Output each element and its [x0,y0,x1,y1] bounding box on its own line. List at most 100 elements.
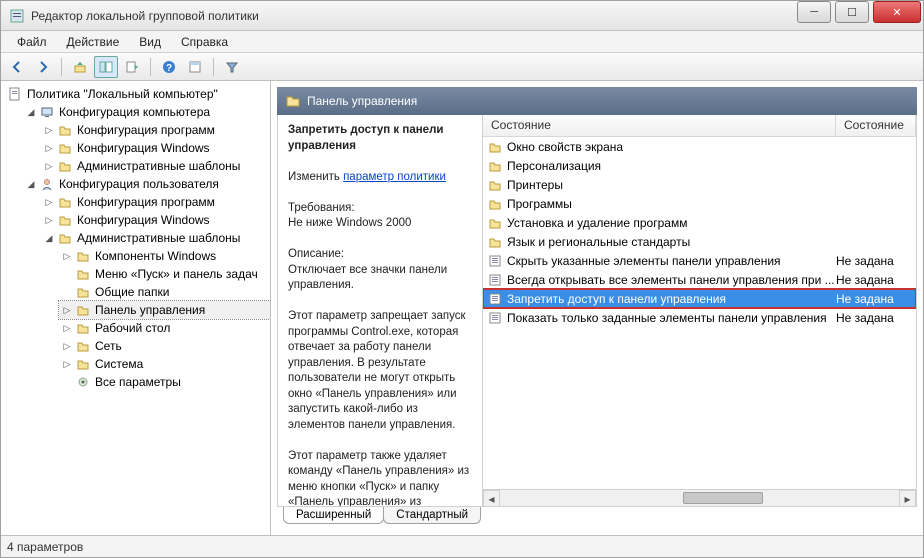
expand-icon[interactable]: ◢ [25,178,37,190]
menu-action[interactable]: Действие [57,33,130,51]
right-pane: Панель управления Запретить доступ к пан… [271,81,923,535]
tree-admin-startmenu[interactable]: Меню «Пуск» и панель задач [59,265,270,283]
forward-button[interactable] [31,56,55,78]
titlebar: Редактор локальной групповой политики ─ … [1,1,923,31]
tab-standard[interactable]: Стандартный [383,507,481,524]
app-icon [9,8,25,24]
tree-label: Компоненты Windows [95,249,216,263]
tree-admin-allparams[interactable]: Все параметры [59,373,270,391]
expand-icon[interactable]: ▷ [61,340,73,352]
statusbar: 4 параметров [1,535,923,557]
menu-help[interactable]: Справка [171,33,238,51]
folder-icon [57,194,73,210]
expand-icon[interactable]: ▷ [61,250,73,262]
show-tree-button[interactable] [94,56,118,78]
back-button[interactable] [5,56,29,78]
export-button[interactable] [120,56,144,78]
tree-admin-shared[interactable]: Общие папки [59,283,270,301]
filter-button[interactable] [220,56,244,78]
tree-label: Меню «Пуск» и панель задач [95,267,258,281]
scroll-right-icon[interactable]: ▸ [899,490,916,506]
list-row[interactable]: Персонализация [483,156,916,175]
horizontal-scrollbar[interactable]: ◂ ▸ [483,489,916,506]
setting-icon [487,272,503,288]
list-row[interactable]: Скрыть указанные элементы панели управле… [483,251,916,270]
tree-user-programs[interactable]: ▷ Конфигурация программ [41,193,270,211]
edit-policy-link[interactable]: параметр политики [343,171,446,183]
list-row[interactable]: Программы [483,194,916,213]
tree-label: Конфигурация Windows [77,213,210,227]
folder-icon [487,196,503,212]
expand-icon[interactable]: ▷ [43,196,55,208]
expand-icon[interactable]: ◢ [25,106,37,118]
folder-icon [75,266,91,282]
up-button[interactable] [68,56,92,78]
expand-icon[interactable]: ▷ [43,124,55,136]
folder-icon [57,140,73,156]
expand-icon[interactable]: ▷ [61,358,73,370]
setting-title: Запретить доступ к панели управления [288,124,443,152]
separator [61,58,62,76]
list-rows[interactable]: Окно свойств экранаПерсонализация Принтер… [483,137,916,489]
close-button[interactable]: ✕ [873,1,921,23]
scroll-left-icon[interactable]: ◂ [483,490,500,506]
tree-comp-windows[interactable]: ▷Конфигурация Windows [41,139,270,157]
list-row[interactable]: Окно свойств экрана [483,137,916,156]
separator [150,58,151,76]
list-row[interactable]: Язык и региональные стандарты [483,232,916,251]
list-row[interactable]: Показать только заданные элементы панели… [483,308,916,327]
expand-icon[interactable]: ▷ [43,160,55,172]
tree-root[interactable]: Политика "Локальный компьютер" [5,85,270,103]
folder-icon [487,158,503,174]
right-header-title: Панель управления [307,94,417,108]
expand-icon[interactable]: ▷ [43,142,55,154]
tree-admin-controlpanel[interactable]: ▷ Панель управления [59,301,270,319]
list-item-name: Показать только заданные элементы панели… [507,311,836,325]
tab-extended[interactable]: Расширенный [283,507,384,524]
svg-text:?: ? [166,63,172,74]
list-header[interactable]: Состояние Состояние [483,115,916,137]
menu-file[interactable]: Файл [7,33,57,51]
description-label: Описание: [288,247,472,263]
minimize-button[interactable]: ─ [797,1,831,23]
tree-user-admin[interactable]: ◢ Административные шаблоны [41,229,270,247]
list-row[interactable]: Принтеры [483,175,916,194]
maximize-button[interactable]: ☐ [835,1,869,23]
right-header: Панель управления [277,87,917,115]
folder-icon [57,230,73,246]
scroll-thumb[interactable] [683,492,763,504]
list-row[interactable]: Установка и удаление программ [483,213,916,232]
tree-label: Конфигурация компьютера [59,105,210,119]
settings-icon [75,374,91,390]
list-item-name: Принтеры [507,178,836,192]
tree-user-config[interactable]: ◢ Конфигурация пользователя [23,175,270,193]
menu-view[interactable]: Вид [129,33,171,51]
column-name[interactable]: Состояние [483,115,836,136]
tree-admin-network[interactable]: ▷Сеть [59,337,270,355]
tree-admin-components[interactable]: ▷ Компоненты Windows [59,247,270,265]
tree-computer-config[interactable]: ◢ Конфигурация компьютера [23,103,270,121]
tree-admin-system[interactable]: ▷Система [59,355,270,373]
expand-icon[interactable]: ▷ [61,322,73,334]
properties-button[interactable] [183,56,207,78]
list-row[interactable]: Всегда открывать все элементы панели упр… [483,270,916,289]
tree-label: Административные шаблоны [77,159,240,173]
folder-icon [75,302,91,318]
tree-label: Конфигурация программ [77,195,215,209]
tree-pane[interactable]: Политика "Локальный компьютер" ◢ Конфигу… [1,81,271,535]
expand-icon[interactable]: ▷ [43,214,55,226]
help-button[interactable]: ? [157,56,181,78]
tree-admin-desktop[interactable]: ▷Рабочий стол [59,319,270,337]
status-text: 4 параметров [7,540,83,554]
folder-icon [75,356,91,372]
tree-comp-admin[interactable]: ▷ Административные шаблоны [41,157,270,175]
list-item-name: Установка и удаление программ [507,216,836,230]
list-row[interactable]: Запретить доступ к панели управленияНе з… [483,289,916,308]
column-state[interactable]: Состояние [836,115,916,136]
tree-user-windows[interactable]: ▷ Конфигурация Windows [41,211,270,229]
tree-label: Панель управления [95,303,205,317]
expand-icon[interactable]: ▷ [61,304,73,316]
tree-label: Административные шаблоны [77,231,240,245]
expand-icon[interactable]: ◢ [43,232,55,244]
tree-comp-programs[interactable]: ▷Конфигурация программ [41,121,270,139]
